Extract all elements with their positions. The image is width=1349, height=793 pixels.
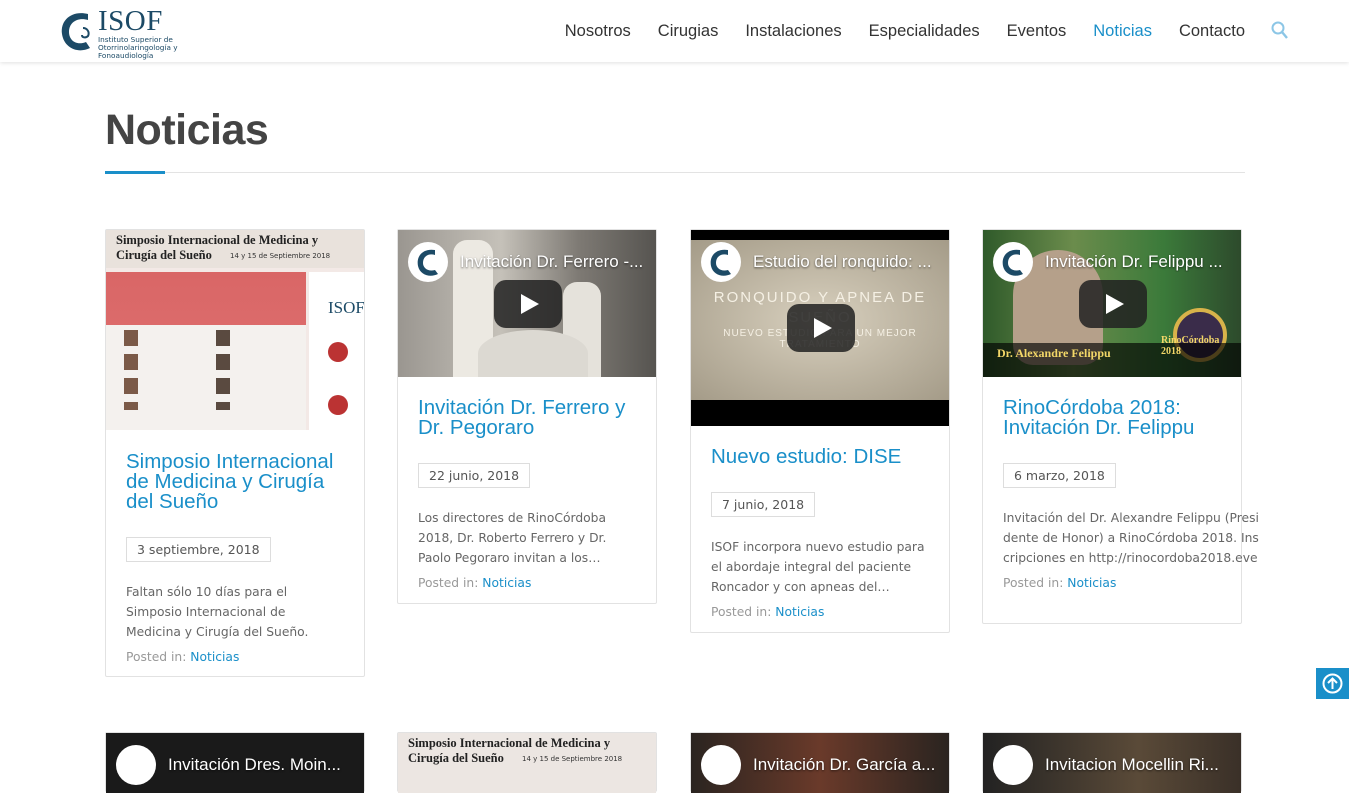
news-card: Invitación Dres. Moin...	[105, 732, 365, 793]
nav-noticias[interactable]: Noticias	[1093, 20, 1152, 42]
card-image[interactable]: Simposio Internacional de Medicina y Cir…	[398, 733, 656, 793]
video-title[interactable]: Estudio del ronquido: ...	[753, 252, 939, 272]
category-link[interactable]: Noticias	[1067, 576, 1116, 590]
play-icon[interactable]	[1079, 280, 1147, 328]
card-title[interactable]: RinoCórdoba 2018: Invitación Dr. Felippu	[983, 397, 1241, 438]
logo-text: ISOF	[98, 5, 163, 37]
card-posted-in: Posted in: Noticias	[691, 605, 949, 619]
card-title[interactable]: Nuevo estudio: DISE	[691, 446, 949, 467]
posted-label: Posted in:	[126, 650, 187, 664]
poster-date: 14 y 15 de Septiembre 2018	[230, 252, 331, 260]
search-icon[interactable]	[1271, 21, 1289, 41]
video-caption: Dr. Alexandre Felippu	[997, 346, 1111, 360]
main-nav: Nosotros Cirugias Instalaciones Especial…	[538, 20, 1289, 42]
video-embed[interactable]: Invitacion Mocellin Ri...	[983, 733, 1241, 793]
card-date: 22 junio, 2018	[418, 463, 531, 488]
card-excerpt: Invitación del Dr. Alexandre Felippu (Pr…	[1003, 511, 1259, 565]
card-posted-in: Posted in: Noticias	[983, 576, 1241, 590]
card-title[interactable]: Simposio Internacional de Medicina y Cir…	[106, 451, 364, 512]
news-card: Invitación Dr. Ferrero -... Invitación D…	[397, 229, 657, 604]
card-excerpt: Faltan sólo 10 días para el Simposio Int…	[126, 585, 309, 639]
card-posted-in: Posted in: Noticias	[106, 650, 364, 664]
video-badge: RinoCórdoba 2018	[1161, 335, 1220, 357]
card-date: 6 marzo, 2018	[1003, 463, 1116, 488]
logo-subtitle: Instituto Superior de Otorrinolaringolog…	[98, 35, 178, 60]
poster-logo-text: ISOF	[328, 298, 364, 317]
isof-logo[interactable]: ISOF Instituto Superior de Otorrinolarin…	[58, 5, 178, 60]
back-to-top-button[interactable]	[1316, 668, 1349, 699]
title-accent-bar	[105, 171, 165, 174]
news-card: Simposio Internacional de Medicina y Cir…	[105, 229, 365, 677]
card-date: 3 septiembre, 2018	[126, 537, 271, 562]
video-embed[interactable]: Dr. Alexandre Felippu RinoCórdoba 2018 I…	[983, 230, 1241, 377]
nav-eventos[interactable]: Eventos	[1007, 20, 1067, 42]
channel-avatar	[993, 745, 1033, 785]
card-date: 7 junio, 2018	[711, 492, 816, 517]
video-embed[interactable]: RONQUIDO Y APNEA DE SUEÑO NUEVO ESTUDIO …	[691, 230, 949, 426]
video-title[interactable]: Invitacion Mocellin Ri...	[1045, 755, 1231, 775]
site-header: ISOF Instituto Superior de Otorrinolarin…	[0, 0, 1349, 62]
channel-avatar	[993, 242, 1033, 282]
news-card: Invitacion Mocellin Ri...	[982, 732, 1242, 793]
card-title[interactable]: Invitación Dr. Ferrero y Dr. Pegoraro	[398, 397, 656, 438]
channel-avatar	[701, 242, 741, 282]
channel-avatar	[408, 242, 448, 282]
arrow-up-icon	[1322, 673, 1343, 694]
news-card: Simposio Internacional de Medicina y Cir…	[397, 732, 657, 793]
video-title[interactable]: Invitación Dr. Ferrero -...	[460, 252, 646, 272]
title-divider	[105, 172, 1245, 173]
video-embed[interactable]: Invitación Dres. Moin...	[106, 733, 364, 793]
channel-avatar	[116, 745, 156, 785]
logo-mark-icon	[61, 13, 90, 51]
channel-avatar	[701, 745, 741, 785]
card-posted-in: Posted in: Noticias	[398, 576, 656, 590]
nav-instalaciones[interactable]: Instalaciones	[745, 20, 841, 42]
card-excerpt: ISOF incorpora nuevo estudio para el abo…	[711, 540, 925, 594]
play-icon[interactable]	[494, 280, 562, 328]
news-card: RONQUIDO Y APNEA DE SUEÑO NUEVO ESTUDIO …	[690, 229, 950, 633]
category-link[interactable]: Noticias	[482, 576, 531, 590]
play-icon[interactable]	[787, 304, 855, 352]
news-card: Dr. Alexandre Felippu RinoCórdoba 2018 I…	[982, 229, 1259, 624]
video-title[interactable]: Invitación Dr. Felippu ...	[1045, 252, 1231, 272]
posted-label: Posted in:	[1003, 576, 1064, 590]
nav-contacto[interactable]: Contacto	[1179, 20, 1245, 42]
video-embed[interactable]: Invitación Dr. García a...	[691, 733, 949, 793]
card-image[interactable]: Simposio Internacional de Medicina y Cir…	[106, 230, 364, 430]
category-link[interactable]: Noticias	[775, 605, 824, 619]
video-title[interactable]: Invitación Dres. Moin...	[168, 755, 354, 775]
nav-especialidades[interactable]: Especialidades	[869, 20, 980, 42]
posted-label: Posted in:	[711, 605, 772, 619]
news-card: Invitación Dr. García a...	[690, 732, 950, 793]
video-embed[interactable]: Invitación Dr. Ferrero -...	[398, 230, 656, 377]
poster-date: 14 y 15 de Septiembre 2018	[522, 755, 623, 763]
category-link[interactable]: Noticias	[190, 650, 239, 664]
page-title: Noticias	[105, 106, 269, 154]
video-title[interactable]: Invitación Dr. García a...	[753, 755, 939, 775]
posted-label: Posted in:	[418, 576, 479, 590]
nav-cirugias[interactable]: Cirugias	[658, 20, 719, 42]
nav-nosotros[interactable]: Nosotros	[565, 20, 631, 42]
card-excerpt: Los directores de RinoCórdoba 2018, Dr. …	[418, 511, 607, 565]
